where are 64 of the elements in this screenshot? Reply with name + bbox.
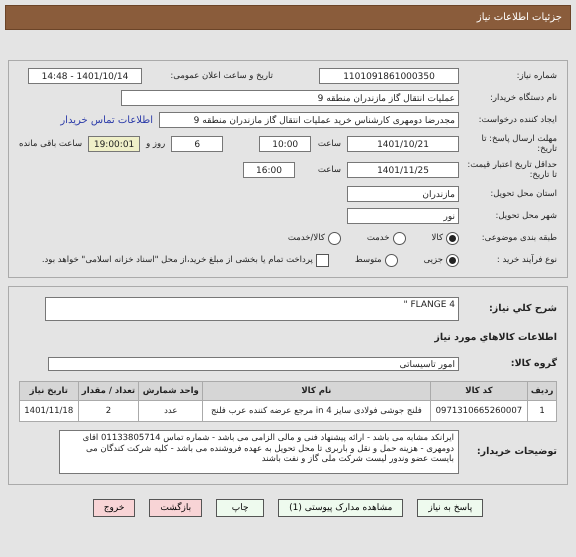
option-label: متوسط	[354, 255, 382, 265]
table-cell: عدد	[138, 400, 203, 422]
need-number-field: 1101091861000350	[319, 68, 459, 84]
page-title: جزئیات اطلاعات نیاز	[5, 5, 571, 30]
field-label: طبقه بندی موضوعی:	[480, 232, 557, 244]
buyer-contact-link[interactable]: اطلاعات تماس خریدار	[60, 114, 153, 126]
table-cell: 2	[78, 400, 139, 422]
remaining-time-field: 19:00:01	[88, 136, 140, 152]
radio-button[interactable]	[328, 232, 341, 244]
table-cell: 0971310665260007	[430, 400, 528, 422]
field-label: گروه کالا:	[510, 358, 557, 370]
buyer-field: عملیات انتقال گاز مازندران منطقه 9	[121, 90, 459, 106]
field-label: تاریخ و ساعت اعلان عمومی:	[169, 70, 273, 82]
field-label: توضیحات خریدار:	[476, 446, 557, 458]
column-header: کد کالا	[430, 382, 528, 400]
days-label: روز و	[146, 139, 166, 149]
option-label: کالا/خدمت	[288, 233, 325, 243]
checkbox[interactable]	[316, 254, 329, 266]
column-header: واحد شمارش	[138, 382, 203, 400]
table-cell: فلنج جوشی فولادی سایز 4 in مرجع عرضه کننده عرب فلنج	[202, 400, 430, 422]
table-cell: 1401/11/18	[20, 400, 78, 422]
radio-button[interactable]	[446, 254, 459, 266]
radio-button[interactable]	[392, 232, 406, 244]
date-field: 1401/10/21	[347, 136, 459, 152]
field-label: شرح کلي نياز:	[488, 303, 557, 315]
action-button[interactable]: خروج	[92, 499, 136, 517]
remaining-label: ساعت باقی مانده	[19, 139, 82, 149]
time-field: 16:00	[243, 162, 295, 178]
radio-button[interactable]	[384, 254, 398, 266]
option-label: جزیی	[424, 255, 443, 265]
column-header: ردیف	[528, 382, 556, 400]
summary-field: FLANGE 4 "	[45, 297, 459, 321]
field-label: استان محل تحویل:	[489, 188, 557, 200]
action-button[interactable]: چاپ	[216, 499, 264, 517]
time-label: ساعت	[317, 139, 341, 149]
checkbox-label: پرداخت تمام یا بخشی از مبلغ خرید،از محل "اسناد خزانه اسلامی" خواهد بود.	[42, 255, 313, 265]
option-label: کالا	[432, 233, 443, 243]
date-field: 1401/11/25	[347, 162, 459, 178]
city-field: نور	[347, 208, 459, 224]
field-label: شهر محل تحویل:	[494, 210, 557, 222]
column-header: تاریخ نیاز	[20, 382, 78, 400]
field-label: نوع فرآیند خرید :	[496, 254, 557, 266]
time-label: ساعت	[316, 165, 341, 175]
province-field: مازندران	[347, 186, 459, 202]
option-label: خدمت	[366, 233, 390, 243]
radio-button[interactable]	[446, 232, 459, 244]
field-label: نام دستگاه خریدار:	[489, 92, 557, 104]
days-field: 6	[171, 136, 224, 152]
section-heading: اطلاعات کالاهاي مورد نياز	[433, 332, 557, 344]
table-cell: 1	[528, 400, 556, 422]
column-header: نام کالا	[202, 382, 430, 400]
field-label: ایجاد کننده درخواست:	[478, 114, 557, 126]
field-label: مهلت ارسال پاسخ: تا تاریخ:	[480, 134, 557, 154]
goods-group-field: امور تاسیساتی	[48, 357, 459, 371]
field-label: حداقل تاریخ اعتبار قیمت: تا تاریخ:	[466, 160, 557, 180]
creator-field: مجدرضا دومهری کارشناس خرید عملیات انتقال گاز مازندران منطقه 9	[159, 112, 459, 128]
action-button[interactable]: مشاهده مدارک پیوستی (1)	[278, 499, 404, 517]
time-field: 10:00	[259, 136, 312, 152]
notes-field: ایرانکد مشابه می باشد - ارائه پیشنهاد فنی و مالی الزامی می باشد - شماره تماس 01133805714 اقای دومهری - هزینه حمل و نقل و باربری تا محل تحویل به عهده فروشنده می باشد - کلیه شرکت کندگان می بایست عضو وندور لیست شرکت ملی گاز و نفت باشند	[59, 430, 459, 474]
field-label: شماره نیاز:	[516, 70, 557, 82]
action-button[interactable]: پاسخ به نیاز	[417, 499, 484, 517]
column-header: تعداد / مقدار	[78, 382, 139, 400]
action-button[interactable]: بازگشت	[149, 499, 202, 517]
announce-date-field: 1401/10/14 - 14:48	[28, 68, 142, 84]
